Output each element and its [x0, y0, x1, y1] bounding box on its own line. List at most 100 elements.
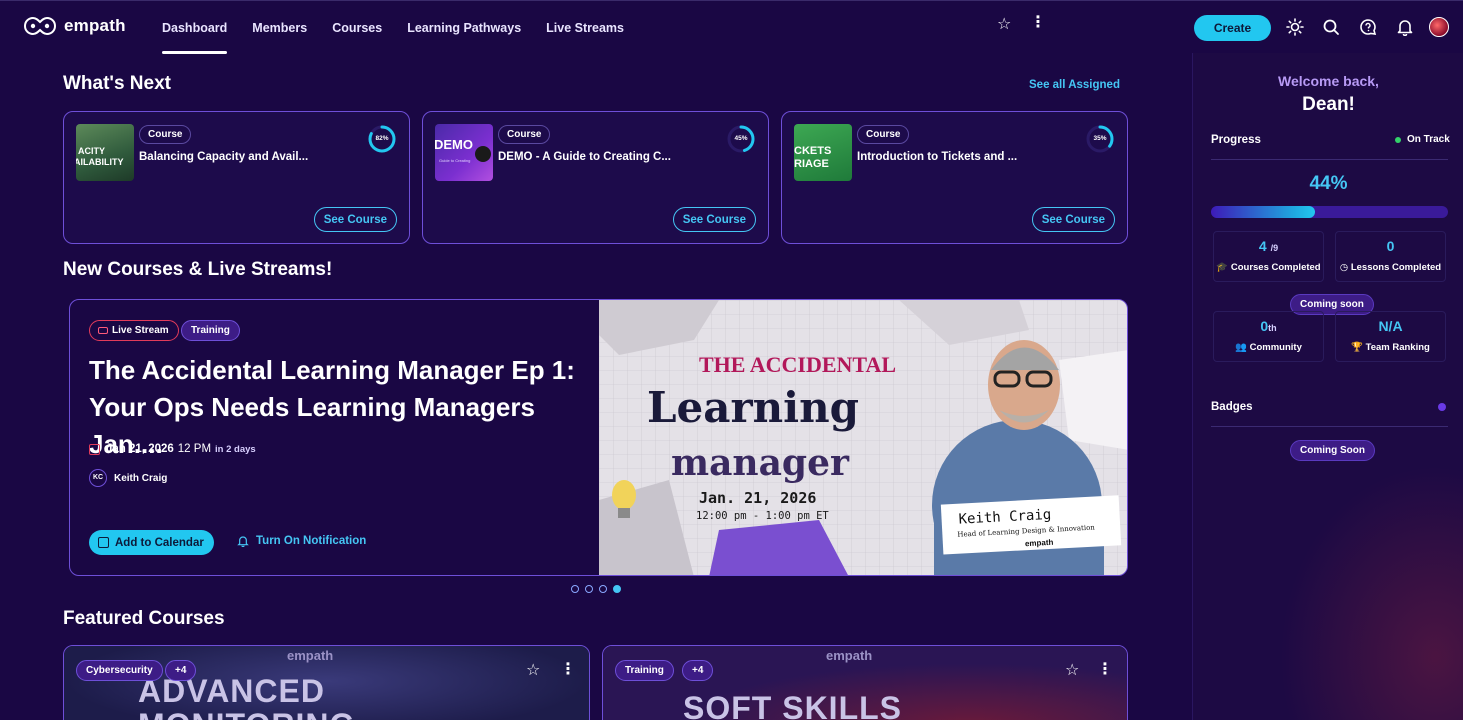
progress-bar-fill: [1211, 206, 1316, 218]
user-avatar[interactable]: [1429, 17, 1449, 37]
host-name: Keith Craig: [114, 472, 168, 484]
status-badge: On Track: [1395, 134, 1450, 145]
featured-courses-title: Featured Courses: [63, 608, 225, 629]
courses-completed-label: 🎓 Courses Completed: [1216, 262, 1321, 273]
cover-date: Jan. 21, 2026: [699, 489, 816, 507]
featured-course-logo: empath: [826, 648, 873, 663]
theme-toggle-sun-icon[interactable]: [1285, 17, 1305, 37]
featured-course-tag: Training: [615, 660, 674, 681]
carousel-dot[interactable]: [585, 585, 593, 593]
status-dot-icon: [1395, 136, 1401, 143]
featured-course-cover-text: ADVANCED MONITORING: [138, 674, 355, 720]
featured-course-tag: Cybersecurity: [76, 660, 163, 681]
nav-courses[interactable]: Courses: [332, 1, 382, 54]
course-title[interactable]: Balancing Capacity and Avail...: [139, 151, 308, 163]
featured-course-extra-tags: +4: [682, 660, 714, 681]
chat-icon[interactable]: [1358, 17, 1378, 37]
team-ranking-label-text: Team Ranking: [1365, 342, 1430, 353]
brand-logo[interactable]: empath: [22, 15, 126, 37]
nav-members[interactable]: Members: [252, 1, 307, 54]
course-title[interactable]: DEMO - A Guide to Creating C...: [498, 151, 671, 163]
user-summary-panel: Welcome back, Dean! Progress On Track 44…: [1192, 53, 1463, 720]
featured-course-extra-tags: +4: [165, 660, 197, 681]
live-stream-badge: Live Stream: [89, 320, 179, 341]
stream-title-line-1: The Accidental Learning Manager Ep 1:: [89, 355, 575, 385]
brand-name: empath: [64, 16, 126, 35]
see-all-assigned-link[interactable]: See all Assigned: [1029, 79, 1120, 91]
see-course-button[interactable]: See Course: [672, 207, 756, 232]
calendar-icon: [98, 537, 109, 548]
live-stream-banner[interactable]: Live Stream Training The Accidental Lear…: [69, 299, 1128, 576]
stream-host: KC Keith Craig: [89, 469, 167, 487]
badges-label: Badges: [1211, 401, 1253, 413]
search-icon[interactable]: [1321, 17, 1341, 37]
community-label: 👥 Community: [1235, 342, 1302, 353]
svg-text:RIAGE: RIAGE: [794, 158, 829, 170]
new-streams-title: New Courses & Live Streams!: [63, 259, 333, 280]
progress-percent: 44%: [1309, 173, 1348, 194]
panel-background-glow: [1253, 433, 1463, 720]
lessons-completed-value: 0: [1386, 238, 1395, 254]
top-navigation: empath Dashboard Members Courses Learnin…: [0, 0, 1463, 54]
live-stream-badge-label: Live Stream: [112, 325, 169, 336]
bell-icon: [237, 536, 249, 547]
lessons-completed-stat: 0 ◷ Lessons Completed: [1335, 231, 1446, 282]
course-type-badge: Course: [498, 125, 551, 144]
coming-soon-badge: Coming Soon: [1290, 440, 1375, 461]
cover-line-3: manager: [671, 442, 850, 484]
course-card[interactable]: DEMO Guide to Creating Course DEMO - A Gu…: [422, 111, 769, 244]
featured-course-card[interactable]: empath ADVANCED MONITORING Cybersecurity…: [63, 645, 590, 720]
host-avatar: KC: [89, 469, 107, 487]
cover-line-2: Learning: [647, 383, 859, 432]
more-options-icon[interactable]: ⋮: [1097, 659, 1113, 679]
carousel-pagination: [571, 585, 621, 593]
courses-completed-count: 4: [1258, 238, 1267, 254]
favorite-star-icon[interactable]: ☆: [526, 660, 540, 680]
see-course-button[interactable]: See Course: [1031, 207, 1115, 232]
nav-learning-pathways[interactable]: Learning Pathways: [407, 1, 521, 54]
course-card[interactable]: CKETS RIAGE Course Introduction to Ticket…: [781, 111, 1128, 244]
course-title[interactable]: Introduction to Tickets and ...: [857, 151, 1017, 163]
carousel-dot[interactable]: [599, 585, 607, 593]
notification-bell-icon[interactable]: [1395, 17, 1415, 37]
turn-on-notification-link[interactable]: Turn On Notification: [237, 535, 366, 547]
nav-live-streams[interactable]: Live Streams: [546, 1, 624, 54]
course-card[interactable]: ACITY AILABILITY Course Balancing Capacit…: [63, 111, 410, 244]
favorite-star-icon[interactable]: ☆: [997, 14, 1011, 34]
add-to-calendar-button[interactable]: Add to Calendar: [89, 530, 214, 555]
nav-dashboard[interactable]: Dashboard: [162, 1, 228, 54]
more-options-icon[interactable]: ⋮: [560, 659, 576, 679]
video-camera-icon: [98, 327, 108, 334]
turn-on-notification-label: Turn On Notification: [256, 535, 367, 547]
status-label: On Track: [1407, 134, 1450, 145]
community-rank-stat: 0th 👥 Community: [1213, 311, 1324, 362]
carousel-dot[interactable]: [571, 585, 579, 593]
create-button[interactable]: Create: [1194, 15, 1271, 41]
stream-datetime: Jan 21, 2026 12 PM in 2 days: [89, 443, 256, 455]
course-thumbnail: ACITY AILABILITY: [76, 124, 134, 181]
progress-percent: 45%: [734, 135, 748, 142]
svg-text:ACITY: ACITY: [78, 146, 105, 156]
progress-label: Progress: [1211, 134, 1261, 146]
favorite-star-icon[interactable]: ☆: [1065, 660, 1079, 680]
divider: [1211, 159, 1448, 160]
featured-course-card[interactable]: empath SOFT SKILLS Training +4 ☆ ⋮: [602, 645, 1128, 720]
see-course-button[interactable]: See Course: [313, 207, 397, 232]
featured-course-logo: empath: [287, 648, 334, 663]
svg-text:DEMO: DEMO: [435, 137, 473, 152]
svg-text:CKETS: CKETS: [794, 145, 831, 157]
team-ranking-value: N/A: [1378, 318, 1403, 334]
community-rank-suffix: th: [1268, 323, 1277, 333]
team-ranking-stat: N/A 🏆 Team Ranking: [1335, 311, 1446, 362]
progress-percent: 35%: [1093, 135, 1107, 142]
lessons-completed-label: ◷ Lessons Completed: [1339, 262, 1442, 273]
carousel-dot[interactable]: [613, 585, 621, 593]
stream-date: Jan 21, 2026: [106, 443, 174, 455]
courses-completed-stat: 4 /9 🎓 Courses Completed: [1213, 231, 1324, 282]
stream-cover-image: THE ACCIDENTAL Learning manager Jan. 21,…: [599, 300, 1127, 575]
more-options-icon[interactable]: ⋮: [1030, 12, 1046, 32]
empath-logo-icon: [23, 16, 57, 36]
cover-line-1: THE ACCIDENTAL: [699, 352, 896, 377]
team-ranking-label: 🏆 Team Ranking: [1351, 342, 1430, 353]
user-name: Dean!: [1302, 94, 1355, 115]
